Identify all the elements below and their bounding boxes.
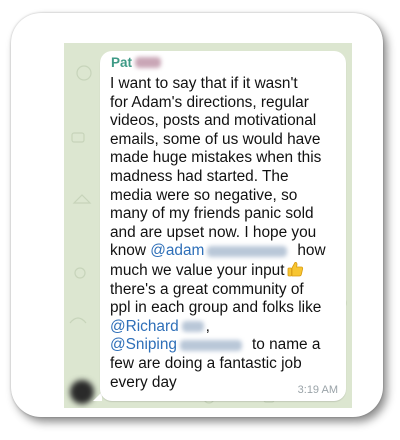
- message-line: ppl in each group and folks like: [110, 299, 322, 317]
- message-line-richard: @Richard,: [110, 318, 342, 337]
- message-line: for Adam's directions, regular: [110, 93, 309, 111]
- message-line: made huge mistakes when this: [110, 149, 322, 167]
- sender-name[interactable]: Pat: [111, 55, 162, 70]
- message-line: many of my friends panic sold: [110, 205, 314, 223]
- message-line-know: know @adam how: [110, 242, 342, 261]
- message-line: there's a great community of: [110, 280, 304, 298]
- sender-name-redacted: [135, 57, 162, 68]
- value-text: much we value your input: [110, 261, 285, 279]
- mention-adam-redacted: [207, 245, 288, 257]
- mention-richard[interactable]: @Richard: [110, 318, 179, 335]
- message-line: I want to say that if it wasn't: [110, 75, 298, 92]
- message-line-value: much we value your input: [110, 261, 342, 281]
- chat-background: Pat I want to say that if it wasn't for …: [64, 43, 352, 408]
- message-timestamp: 3:19 AM: [297, 384, 338, 396]
- message-line: emails, some of us would have: [110, 130, 321, 148]
- comma: ,: [205, 317, 210, 335]
- know-prefix: know: [110, 242, 151, 260]
- mention-richard-redacted: [181, 321, 204, 333]
- sender-avatar-blurred[interactable]: [70, 380, 94, 404]
- message-line: madness had started. The: [110, 167, 289, 185]
- message-line: media were so negative, so: [110, 186, 298, 204]
- message-line-sniping: @Sniping to name a: [110, 336, 342, 355]
- thumbs-up-icon: [287, 261, 303, 277]
- mention-sniping[interactable]: @Sniping: [110, 336, 177, 353]
- know-suffix: how: [297, 242, 326, 260]
- screenshot-card: Pat I want to say that if it wasn't for …: [11, 13, 383, 417]
- message-line: and are upset now. I hope you: [110, 223, 317, 241]
- sniping-suffix: to name a: [251, 336, 321, 354]
- message-text: I want to say that if it wasn't for Adam…: [110, 75, 342, 392]
- message-line: few are doing a fantastic job: [110, 354, 302, 372]
- sender-name-text: Pat: [111, 55, 133, 70]
- mention-sniping-redacted: [179, 339, 242, 351]
- mention-adam[interactable]: @adam: [150, 242, 204, 259]
- message-line: videos, posts and motivational: [110, 112, 317, 130]
- message-bubble[interactable]: Pat I want to say that if it wasn't for …: [100, 51, 346, 401]
